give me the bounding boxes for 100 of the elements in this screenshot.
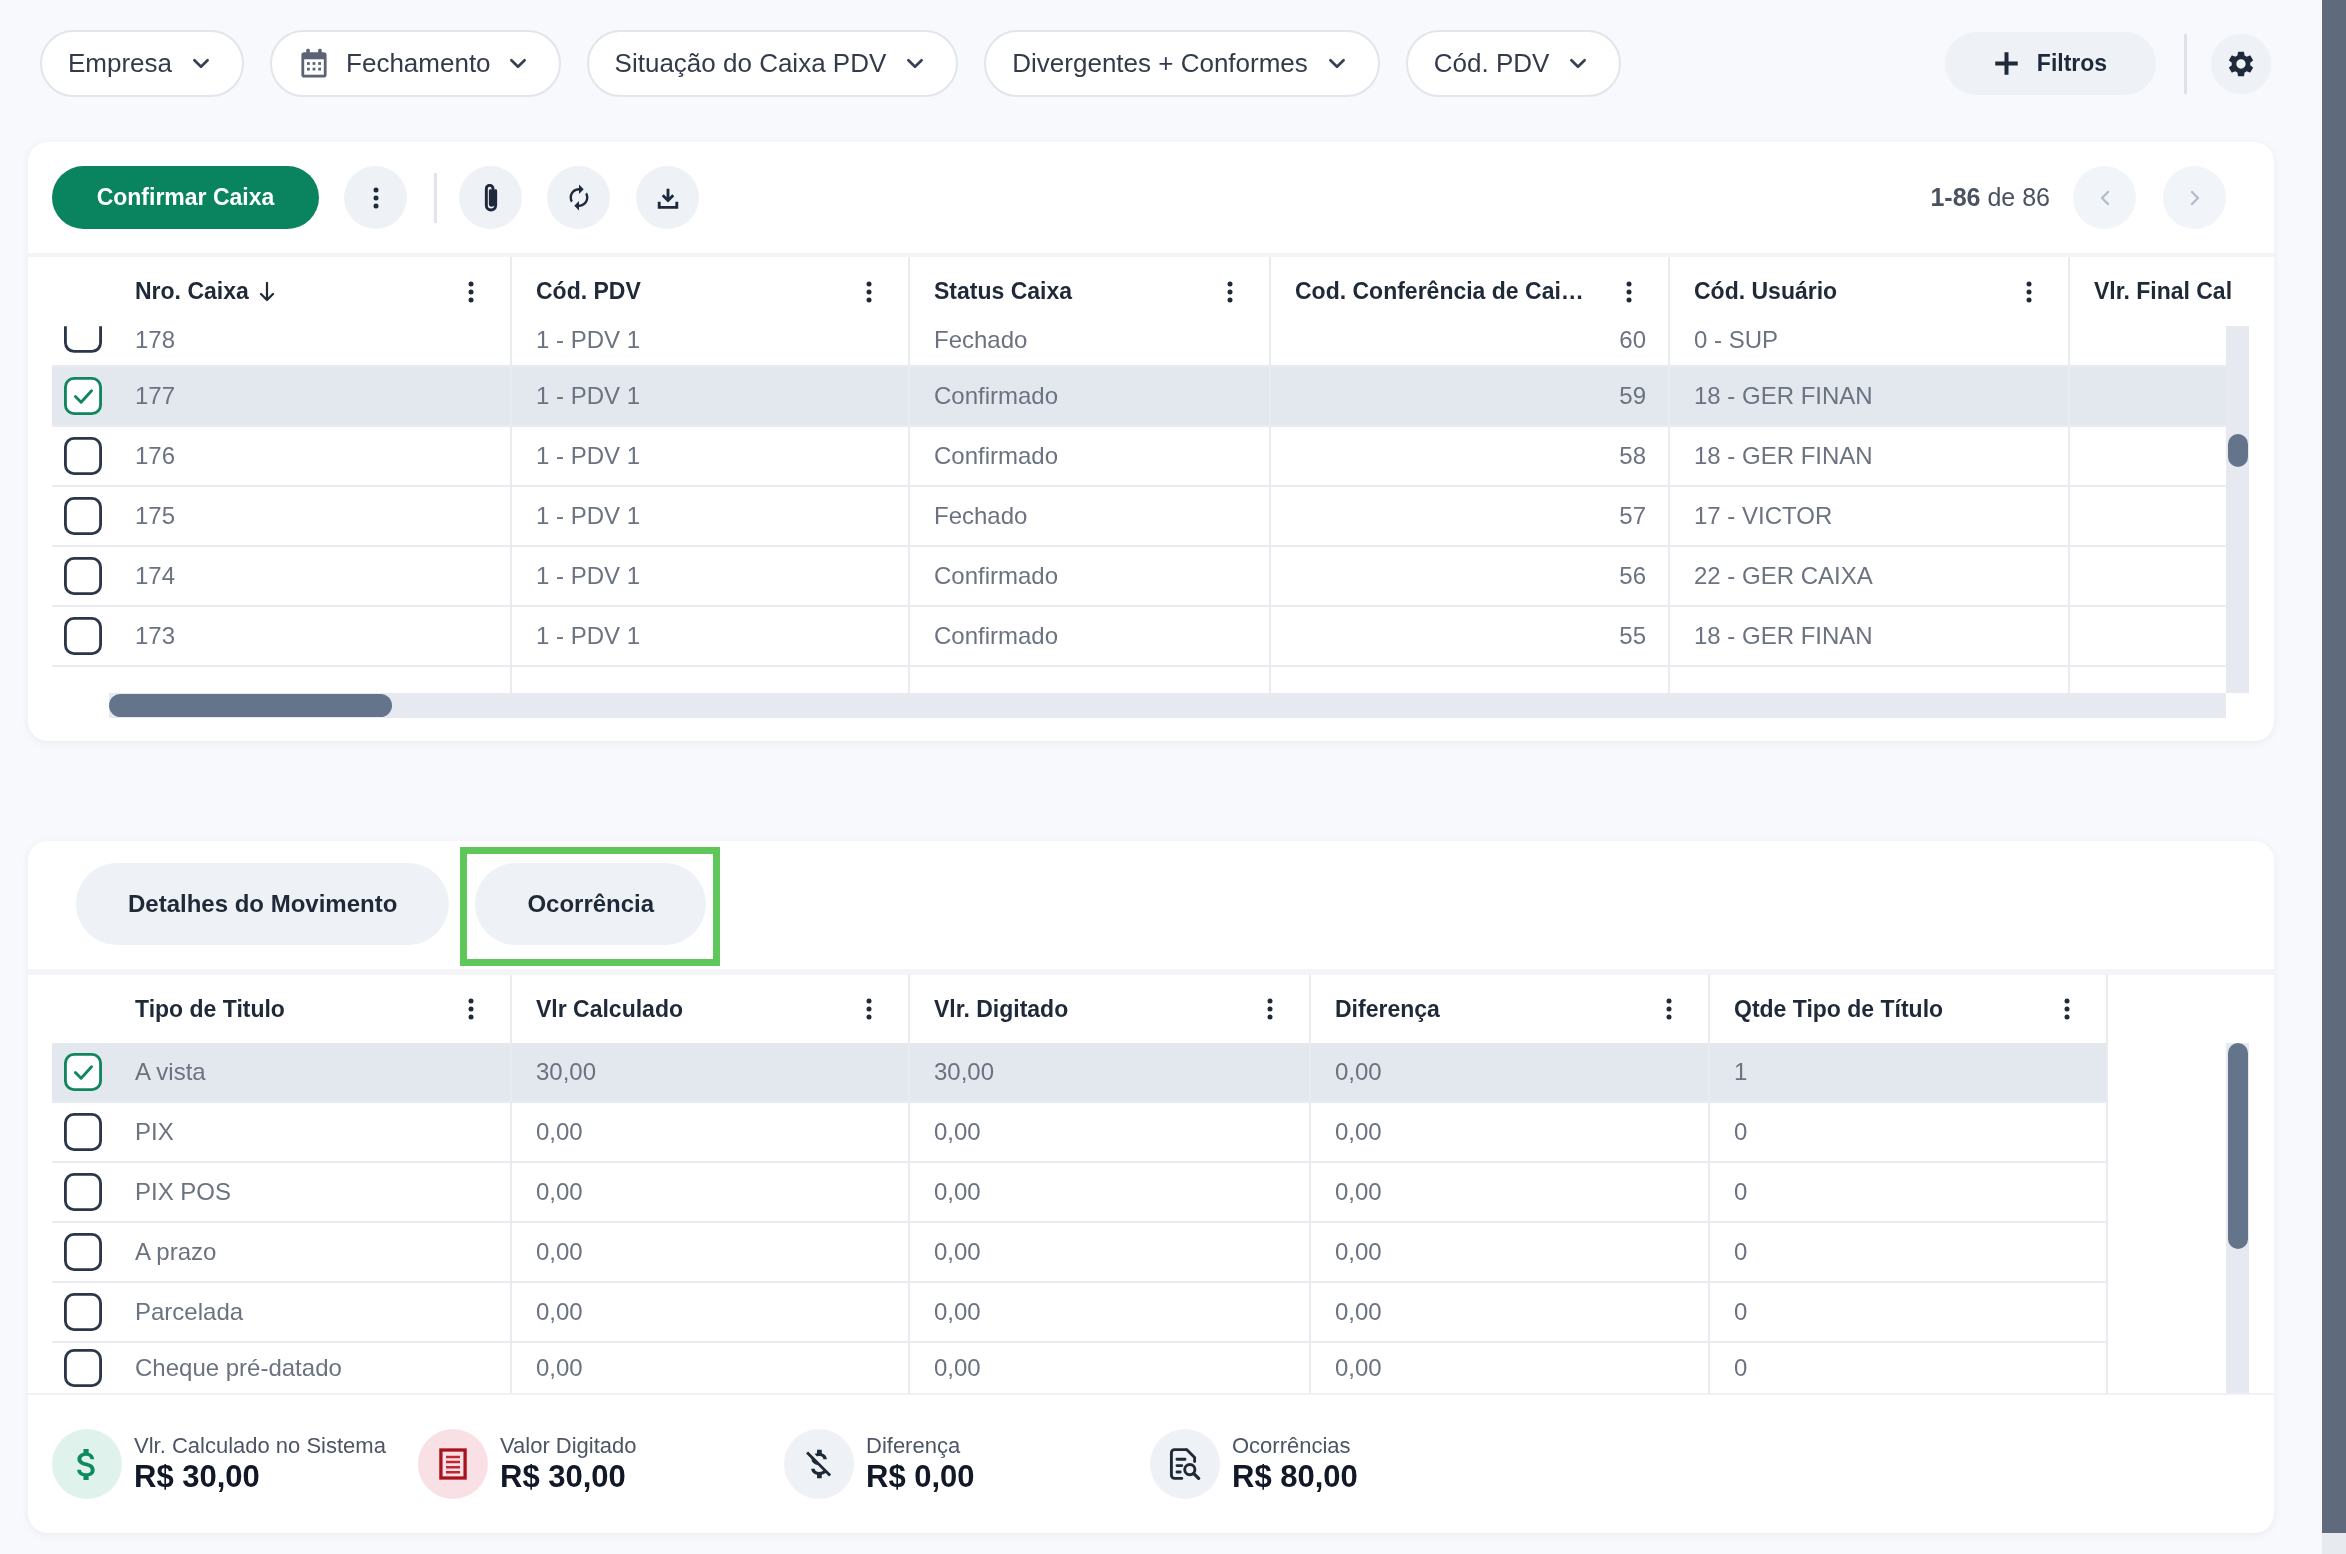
tab[interactable]: Detalhes do Movimento (76, 863, 450, 945)
checkbox[interactable] (64, 557, 102, 595)
table-cell: 58 (1269, 427, 1668, 485)
chevron-down-icon (1327, 58, 1346, 69)
table-cell: 1 - PDV 1 (510, 326, 908, 365)
filter-dropdown[interactable]: Divergentes + Conformes (984, 30, 1380, 97)
table-cell: 0,00 (510, 1103, 908, 1161)
kebab-icon[interactable] (866, 998, 872, 1020)
checkbox[interactable] (64, 1113, 102, 1151)
checkbox[interactable] (64, 377, 102, 415)
tab[interactable]: Ocorrência (475, 863, 707, 945)
table-cell: 0,00 (908, 1343, 1309, 1393)
table-row[interactable]: 175 1 - PDV 1 Fechado 57 17 - VICTOR (52, 487, 2226, 547)
column-header: Status Caixa (934, 277, 1073, 307)
checkbox[interactable] (64, 1173, 102, 1211)
filter-dropdown[interactable]: Situação do Caixa PDV (586, 30, 959, 97)
table-cell-text: 177 (134, 381, 177, 411)
table-cell: 0,00 (1309, 1103, 1708, 1161)
table-row[interactable]: PIX 0,00 0,00 0,00 0 (52, 1103, 2108, 1163)
table-cell: Confirmado (908, 547, 1269, 605)
table-cell: 0,00 (1309, 1223, 1708, 1281)
checkbox[interactable] (64, 1293, 102, 1331)
checkbox[interactable] (64, 437, 102, 475)
table-row[interactable]: Parcelada 0,00 0,00 0,00 0 (52, 1283, 2108, 1343)
table-cell: 0 (1708, 1343, 2108, 1393)
chevron-down-icon (1569, 58, 1588, 69)
scrollbar-thumb[interactable] (109, 694, 392, 717)
scrollbar-thumb[interactable] (2322, 0, 2346, 1533)
chevron-right-icon (2189, 189, 2200, 206)
table-cell: 0 (1708, 1223, 2108, 1281)
column-header: Nro. Caixa (135, 277, 249, 307)
table-cell-text: 175 (134, 501, 177, 531)
kebab-icon[interactable] (2064, 998, 2070, 1020)
table-row[interactable]: A prazo 0,00 0,00 0,00 0 (52, 1223, 2108, 1283)
column-header: Cod. Conferência de Cai… (1295, 277, 1584, 307)
table-cell: 18 - GER FINAN (1668, 427, 2068, 485)
filter-dropdown[interactable]: Fechamento (270, 30, 561, 97)
checkbox[interactable] (64, 1233, 102, 1271)
table-row[interactable]: 176 1 - PDV 1 Confirmado 58 18 - GER FINAN (52, 427, 2226, 487)
kebab-icon[interactable] (1267, 998, 1273, 1020)
column-header: Vlr Calculado (536, 994, 683, 1024)
table-cell-text: 174 (134, 561, 177, 591)
pagination-label: 1-86 de 86 (1930, 181, 2050, 213)
table-cell-text: 176 (134, 441, 177, 471)
table-cell: 0,00 (510, 1283, 908, 1341)
kebab-icon[interactable] (1626, 280, 1632, 303)
kebab-icon[interactable] (866, 280, 872, 303)
table-cell: 0,00 (510, 1343, 908, 1393)
table-cell-text: PIX (134, 1117, 175, 1147)
filter-dropdown[interactable]: Empresa (40, 30, 245, 97)
scrollbar-thumb[interactable] (2227, 1043, 2248, 1249)
refresh-icon (568, 184, 589, 211)
chevron-down-icon (906, 58, 925, 69)
table-row[interactable]: Cheque pré-datado 0,00 0,00 0,00 0 (52, 1343, 2108, 1393)
table-cell: 0 (1708, 1283, 2108, 1341)
table-cell: 0,00 (510, 1223, 908, 1281)
scrollbar-thumb[interactable] (2227, 434, 2248, 467)
kebab-icon[interactable] (1227, 280, 1233, 303)
chevron-down-icon (508, 58, 527, 69)
table-cell: 59 (1269, 367, 1668, 425)
filter-dropdown[interactable]: Cód. PDV (1405, 30, 1622, 97)
table-row[interactable]: 177 1 - PDV 1 Confirmado 59 18 - GER FINAN (52, 367, 2226, 427)
table-cell-text: PIX POS (134, 1177, 233, 1207)
summary-label: Valor Digitado (500, 1433, 637, 1459)
sort-down-arrow-icon[interactable] (258, 281, 275, 302)
confirm-button[interactable]: Confirmar Caixa (52, 166, 319, 229)
table-cell: 1 - PDV 1 (510, 487, 908, 545)
summary-label: Vlr. Calculado no Sistema (134, 1433, 386, 1459)
table-cell: 57 (1269, 487, 1668, 545)
table-row[interactable]: 173 1 - PDV 1 Confirmado 55 18 - GER FINAN (52, 607, 2226, 667)
kebab-icon[interactable] (468, 998, 474, 1020)
column-header: Diferença (1335, 994, 1440, 1024)
checkbox[interactable] (64, 497, 102, 535)
table-cell: 0,00 (908, 1283, 1309, 1341)
filters-button[interactable]: Filtros (1945, 32, 2156, 95)
chevron-left-icon (2099, 189, 2110, 206)
table-row[interactable]: PIX POS 0,00 0,00 0,00 0 (52, 1163, 2108, 1223)
summary-value: R$ 30,00 (500, 1459, 627, 1495)
table-cell: 56 (1269, 547, 1668, 605)
column-header: Qtde Tipo de Título (1734, 994, 1944, 1024)
kebab-icon[interactable] (468, 280, 474, 303)
table-cell: 22 - GER CAIXA (1668, 547, 2068, 605)
table-cell-text: Parcelada (134, 1297, 245, 1327)
table-cell: 0,00 (1309, 1163, 1708, 1221)
table-cell: 30,00 (908, 1043, 1309, 1101)
checkbox[interactable] (64, 326, 102, 353)
table-cell: Confirmado (908, 607, 1269, 665)
table-row[interactable]: A vista 30,00 30,00 0,00 1 (52, 1043, 2108, 1103)
column-header: Vlr. Final Cal (2094, 277, 2233, 307)
table-row[interactable]: 174 1 - PDV 1 Confirmado 56 22 - GER CAIXA (52, 547, 2226, 607)
checkbox[interactable] (64, 1053, 102, 1091)
checkbox[interactable] (64, 1349, 102, 1387)
kebab-icon[interactable] (1666, 998, 1672, 1020)
table-cell: Confirmado (908, 427, 1269, 485)
checkbox[interactable] (64, 617, 102, 655)
table-cell: 0 (1708, 1103, 2108, 1161)
table-cell: 18 - GER FINAN (1668, 367, 2068, 425)
table-cell-text: A vista (134, 1057, 207, 1087)
kebab-icon[interactable] (2026, 280, 2032, 303)
paperclip-icon (483, 183, 498, 212)
